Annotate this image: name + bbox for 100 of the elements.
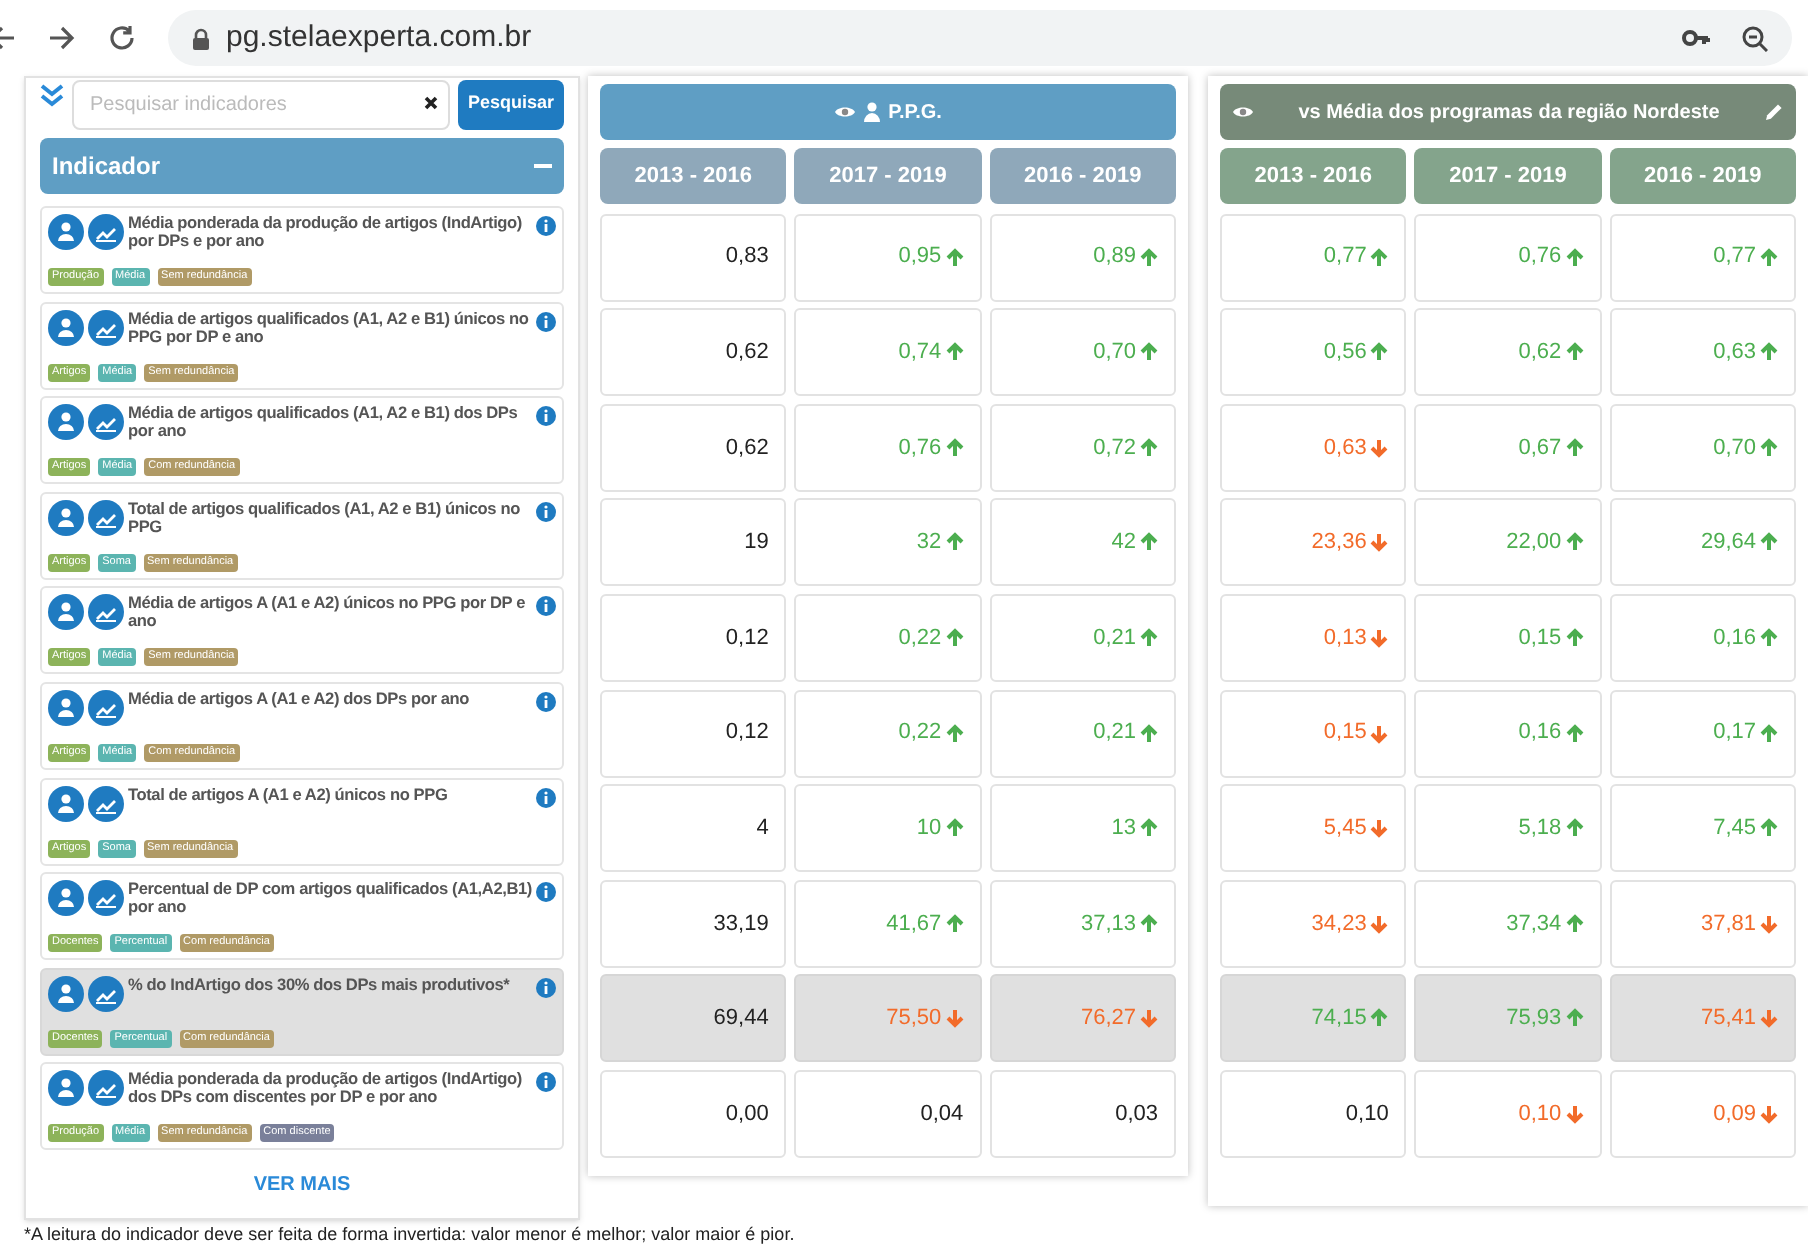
person-icon[interactable] [48, 1070, 84, 1107]
column-header: 2016 - 2019 [1609, 148, 1796, 204]
value-text: 0,04 [920, 1099, 964, 1130]
person-icon [864, 102, 881, 122]
chart-icon[interactable] [88, 594, 124, 631]
up-arrow-icon [1565, 1008, 1584, 1029]
value-text: 0,74 [898, 337, 942, 368]
value-text: 0,63 [1323, 433, 1367, 464]
up-arrow-icon [1370, 1008, 1389, 1029]
value-text: 22,00 [1506, 528, 1562, 559]
info-icon[interactable] [536, 977, 556, 998]
person-icon[interactable] [48, 880, 84, 917]
indicator-text: Média de artigos A (A1 e A2) únicos no PPG por DP e ano [128, 594, 527, 631]
up-arrow-icon [1760, 723, 1778, 744]
up-arrow-icon [1565, 437, 1584, 458]
more-link[interactable]: VER MAIS [253, 1170, 351, 1201]
chart-icon[interactable] [88, 975, 124, 1012]
double-chevron-icon[interactable] [40, 82, 64, 110]
value-text: 0,89 [1093, 242, 1136, 273]
up-arrow-icon [1565, 532, 1584, 553]
chart-icon[interactable] [88, 214, 124, 250]
up-arrow-icon [1140, 723, 1158, 744]
value-text: 37,13 [1080, 909, 1136, 939]
person-icon[interactable] [48, 214, 84, 250]
up-arrow-icon [945, 818, 964, 839]
value-text: 0,22 [898, 718, 942, 749]
chart-icon[interactable] [88, 689, 124, 726]
value-text: 0,10 [1345, 1099, 1389, 1130]
chart-icon[interactable] [88, 880, 124, 917]
value-text: 23,36 [1311, 528, 1367, 559]
indicator-text: Média de artigos qualificados (A1, A2 e B1) únicos no PPG por DP e ano [128, 309, 531, 346]
search-field[interactable]: Pesquisar indicadores [72, 80, 450, 130]
chart-icon[interactable] [88, 499, 124, 536]
value-text: 33,19 [713, 909, 769, 939]
value-text: 10 [916, 813, 942, 844]
person-icon[interactable] [48, 309, 84, 346]
value-text: 0,16 [1713, 623, 1756, 654]
indicator-text: Percentual de DP com artigos qualificados (A1,A2,B1) por ano [128, 880, 532, 917]
info-icon[interactable] [536, 882, 556, 903]
info-icon[interactable] [536, 501, 556, 522]
up-arrow-icon [1140, 247, 1158, 268]
down-arrow-icon [1140, 1008, 1158, 1029]
down-arrow-icon [1370, 437, 1389, 458]
clear-icon[interactable] [423, 96, 438, 110]
info-icon[interactable] [536, 216, 556, 236]
value-text: 0,09 [1713, 1099, 1756, 1130]
value-text: 0,77 [1713, 242, 1756, 273]
value-text: 76,27 [1080, 1004, 1136, 1035]
search-button[interactable]: Pesquisar [457, 79, 564, 129]
chart-icon[interactable] [88, 404, 124, 441]
value-text: 75,41 [1700, 1004, 1756, 1035]
down-arrow-icon [1370, 913, 1389, 934]
info-icon[interactable] [536, 596, 556, 617]
value-text: 0,03 [1115, 1099, 1158, 1130]
down-arrow-icon [1565, 1103, 1584, 1124]
value-text: 0,72 [1093, 433, 1136, 464]
up-arrow-icon [1140, 913, 1158, 934]
value-text: 0,13 [1323, 623, 1367, 654]
person-icon[interactable] [48, 975, 84, 1012]
value-text: 0,21 [1093, 718, 1136, 749]
info-icon[interactable] [536, 311, 556, 332]
value-text: 0,76 [1518, 242, 1562, 273]
value-text: 5,45 [1323, 813, 1367, 844]
up-arrow-icon [1370, 342, 1389, 363]
up-arrow-icon [1370, 247, 1389, 268]
panel-title: vs Média dos programas da região Nordeste [1298, 99, 1720, 127]
value-text: 37,81 [1700, 909, 1756, 939]
eye-icon[interactable] [834, 104, 857, 120]
chart-icon[interactable] [88, 309, 124, 346]
info-icon[interactable] [536, 787, 556, 808]
chart-icon[interactable] [88, 785, 124, 822]
info-icon[interactable] [536, 691, 556, 712]
eye-icon[interactable] [1232, 104, 1254, 120]
value-text: 0,83 [725, 242, 769, 273]
forward-arrow-icon[interactable] [48, 24, 76, 52]
person-icon[interactable] [48, 499, 84, 536]
value-text: 0,15 [1323, 718, 1367, 749]
zoom-icon[interactable] [1742, 25, 1768, 51]
column-header: 2017 - 2019 [1414, 148, 1602, 204]
person-icon[interactable] [48, 689, 84, 726]
down-arrow-icon [1370, 723, 1389, 744]
panel-title: Indicador [52, 150, 161, 184]
person-icon[interactable] [48, 404, 84, 441]
value-text: 0,67 [1518, 433, 1562, 464]
reload-icon[interactable] [108, 24, 136, 52]
indicator-text: Total de artigos A (A1 e A2) únicos no PPG [128, 785, 450, 804]
pencil-icon[interactable] [1764, 102, 1784, 122]
lock-icon [192, 27, 210, 49]
value-text: 0,70 [1093, 337, 1136, 368]
value-text: 32 [916, 528, 942, 559]
up-arrow-icon [1760, 342, 1778, 363]
chart-icon[interactable] [88, 1070, 124, 1107]
info-icon[interactable] [536, 406, 556, 427]
person-icon[interactable] [48, 785, 84, 822]
info-icon[interactable] [536, 1072, 556, 1093]
up-arrow-icon [1140, 627, 1158, 648]
key-icon[interactable] [1682, 28, 1710, 48]
person-icon[interactable] [48, 594, 84, 631]
column-header: 2013 - 2016 [600, 148, 787, 204]
address-bar[interactable]: pg.stelaexperta.com.br [168, 10, 1792, 66]
